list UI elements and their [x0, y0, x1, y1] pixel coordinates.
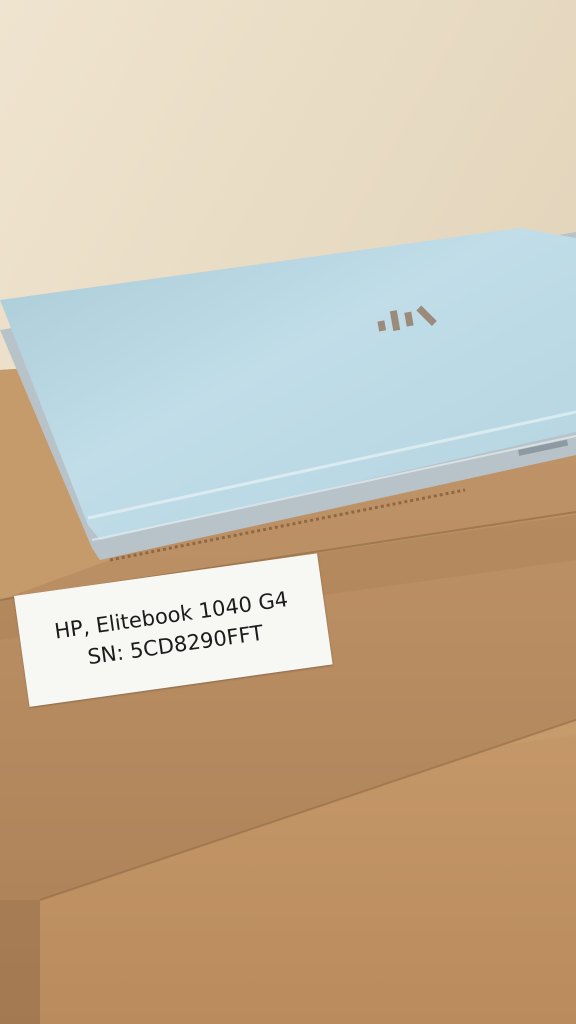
photo-scene: [0, 0, 576, 1024]
